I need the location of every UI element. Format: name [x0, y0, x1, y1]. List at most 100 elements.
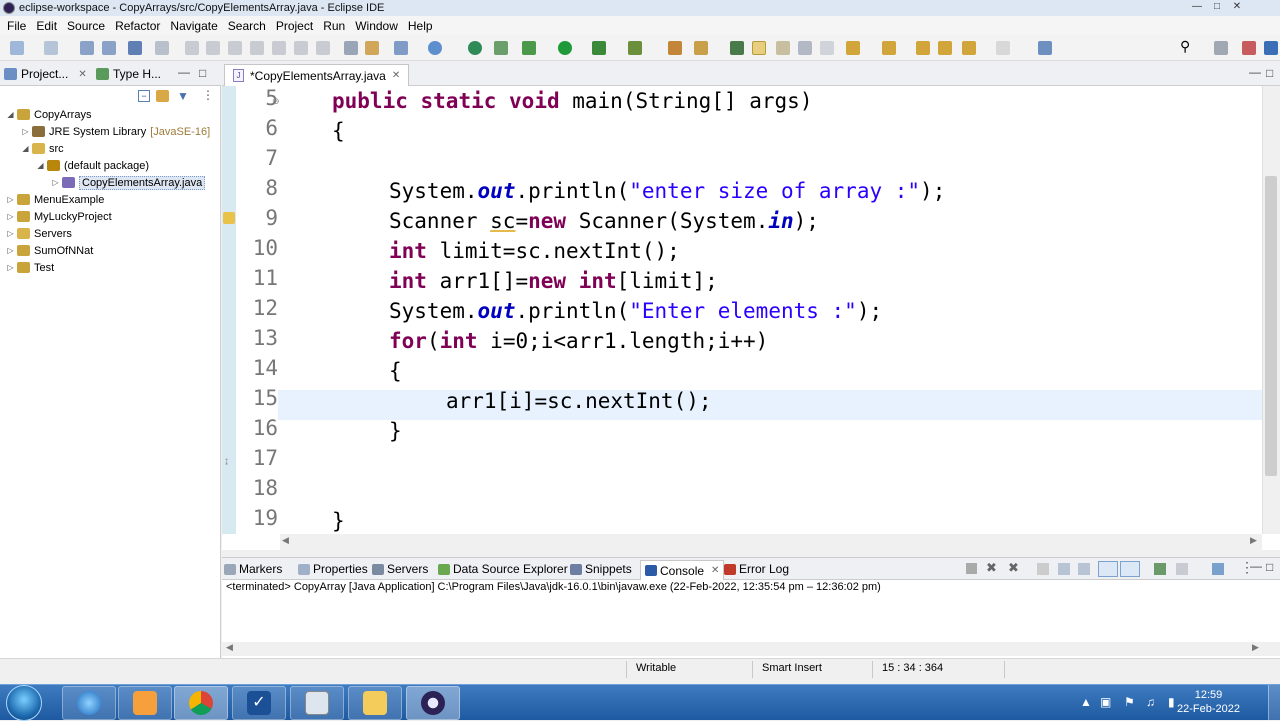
menu-window[interactable]: Window — [355, 19, 398, 33]
scroll-right-icon[interactable]: ▶ — [1250, 535, 1257, 546]
menu-file[interactable]: File — [7, 19, 26, 33]
disconnect-icon[interactable] — [250, 41, 264, 55]
view-menu-icon[interactable]: ⋮ — [202, 88, 214, 102]
search-icon[interactable]: ⚲ — [1180, 38, 1194, 54]
tree-toggle-icon[interactable]: ▷ — [6, 212, 15, 221]
tree-item[interactable]: ▷ SumOfNNat — [0, 242, 93, 259]
taskbar-eclipse[interactable] — [406, 686, 460, 720]
step-over-icon[interactable] — [294, 41, 308, 55]
menu-run[interactable]: Run — [323, 19, 345, 33]
editor-vertical-scrollbar[interactable] — [1262, 86, 1280, 534]
pin-console-icon[interactable] — [1154, 563, 1166, 575]
new-server-icon[interactable] — [394, 41, 408, 55]
tab-data-source-explorer[interactable]: Data Source Explorer — [438, 562, 568, 576]
editor-scroll-thumb[interactable] — [1265, 176, 1277, 476]
filter-icon[interactable]: ▼ — [177, 89, 189, 103]
previous-annotation-icon[interactable] — [882, 41, 896, 55]
tab-type-hierarchy[interactable]: Type H... — [96, 67, 161, 81]
suspend-icon[interactable] — [206, 41, 220, 55]
scroll-left-icon[interactable]: ◀ — [226, 642, 233, 653]
show-on-stdout-icon[interactable] — [1098, 561, 1118, 577]
remove-all-icon[interactable]: ✖ — [1008, 560, 1019, 576]
new-java-package-icon[interactable] — [668, 41, 682, 55]
forward-icon[interactable] — [996, 41, 1010, 55]
java-ee-perspective-icon[interactable] — [1242, 41, 1256, 55]
show-on-stderr-icon[interactable] — [1120, 561, 1140, 577]
tree-toggle-icon[interactable]: ▷ — [6, 246, 15, 255]
taskbar-chrome[interactable] — [174, 686, 228, 720]
word-wrap-icon[interactable] — [1078, 563, 1090, 575]
resume-icon[interactable] — [185, 41, 199, 55]
tray-action-center-icon[interactable]: ⚑ — [1124, 695, 1135, 709]
save-icon[interactable] — [80, 41, 94, 55]
use-step-filters-icon[interactable] — [344, 41, 358, 55]
tree-toggle-icon[interactable]: ◢ — [21, 144, 30, 153]
code-line-8[interactable]: System.out.println("enter size of array … — [389, 176, 945, 206]
tree-item[interactable]: ▷ Test — [0, 259, 54, 276]
warning-marker-icon[interactable] — [223, 212, 235, 224]
tree-item[interactable]: ▷ MyLuckyProject — [0, 208, 111, 225]
minimize-icon[interactable]: — — [1188, 0, 1206, 13]
code-line-12[interactable]: System.out.println("Enter elements :"); — [389, 296, 882, 326]
menu-project[interactable]: Project — [276, 19, 313, 33]
tree-item[interactable]: ▷ CopyElementsArray.java — [0, 174, 206, 191]
volume-icon[interactable]: ♫ — [1146, 695, 1155, 709]
debug-icon[interactable] — [522, 41, 536, 55]
menu-refactor[interactable]: Refactor — [115, 19, 160, 33]
scroll-lock-icon[interactable] — [1058, 563, 1070, 575]
tree-toggle-icon[interactable]: ▷ — [6, 229, 15, 238]
show-desktop-button[interactable] — [1268, 685, 1280, 721]
fold-collapse-icon[interactable]: ⊖ — [272, 96, 280, 107]
taskbar-app-checkmark[interactable]: ✓ — [232, 686, 286, 720]
editor-horizontal-scrollbar[interactable]: ◀ ▶ — [280, 534, 1262, 550]
code-line-15[interactable]: arr1[i]=sc.nextInt(); — [446, 386, 712, 416]
toggle-mark-occurrences-icon[interactable] — [752, 41, 766, 55]
next-annotation-icon[interactable] — [846, 41, 860, 55]
tab-markers[interactable]: Markers — [224, 562, 282, 576]
tab-console[interactable]: Console ✕ — [640, 560, 725, 580]
step-return-icon[interactable] — [316, 41, 330, 55]
taskbar-internet-explorer[interactable] — [62, 686, 116, 720]
signal-icon[interactable]: ▮ — [1168, 695, 1175, 709]
tree-toggle-icon[interactable]: ▷ — [6, 263, 15, 272]
link-with-editor-icon[interactable] — [156, 90, 169, 102]
tree-item[interactable]: ▷ MenuExample — [0, 191, 104, 208]
back-icon[interactable] — [938, 41, 952, 55]
start-button[interactable] — [6, 685, 42, 721]
collapse-all-icon[interactable]: − — [138, 90, 150, 102]
toggle-block-selection-icon[interactable] — [776, 41, 790, 55]
globe-icon[interactable] — [468, 41, 482, 55]
tree-item[interactable]: ◢ src — [0, 140, 63, 157]
maximize-view-icon[interactable]: □ — [1266, 66, 1273, 80]
menu-source[interactable]: Source — [67, 19, 105, 33]
tree-toggle-icon[interactable]: ◢ — [36, 161, 45, 170]
code-line-9[interactable]: Scanner sc=new Scanner(System.in); — [389, 206, 819, 236]
run-icon[interactable] — [558, 41, 572, 55]
code-line-13[interactable]: for(int i=0;i<arr1.length;i++) — [389, 326, 768, 356]
console-toolbar-icon[interactable] — [128, 41, 142, 55]
open-type-icon[interactable] — [730, 41, 744, 55]
tree-toggle-icon[interactable]: ▷ — [6, 195, 15, 204]
tab-properties[interactable]: Properties — [298, 562, 368, 576]
terminate-icon[interactable] — [966, 563, 977, 574]
scroll-right-icon[interactable]: ▶ — [1252, 642, 1259, 653]
code-line-14[interactable]: { — [389, 356, 402, 386]
minimize-view-icon[interactable]: — — [1250, 559, 1262, 573]
console-horizontal-scrollbar[interactable]: ◀ ▶ — [222, 642, 1280, 656]
tools-icon[interactable] — [365, 41, 379, 55]
step-into-icon[interactable] — [272, 41, 286, 55]
new-java-project-icon[interactable] — [494, 41, 508, 55]
menu-search[interactable]: Search — [228, 19, 266, 33]
pin-editor-icon[interactable] — [1038, 41, 1052, 55]
last-edit-location-icon[interactable] — [916, 41, 930, 55]
tree-item[interactable]: ▷ JRE System Library [JavaSE-16] — [0, 123, 210, 140]
back-history-icon[interactable] — [962, 41, 976, 55]
maximize-icon[interactable]: □ — [1208, 0, 1226, 13]
code-area[interactable]: public static void main(String[] args) {… — [280, 86, 1262, 534]
taskbar-media-player[interactable] — [118, 686, 172, 720]
code-line-16[interactable]: } — [389, 416, 402, 446]
minimize-view-icon[interactable]: — — [1249, 65, 1261, 79]
tab-project-explorer[interactable]: Project... ✕ — [4, 67, 87, 81]
code-line-10[interactable]: int limit=sc.nextInt(); — [389, 236, 680, 266]
tree-toggle-icon[interactable]: ▷ — [51, 178, 60, 187]
